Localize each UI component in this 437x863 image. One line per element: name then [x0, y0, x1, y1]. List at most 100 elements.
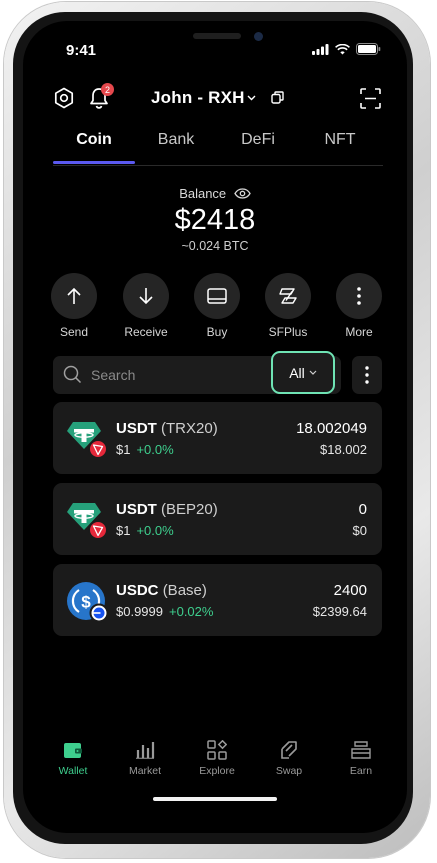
signal-icon [312, 43, 329, 55]
list-options-button[interactable] [352, 356, 382, 394]
asset-symbol: USDT [116, 501, 157, 518]
asset-name: USDC (Base) [116, 582, 207, 599]
asset-price: $1 [116, 523, 131, 538]
asset-price-row: $0.9999 +0.02% [116, 604, 213, 619]
asset-change: +0.02% [169, 604, 214, 619]
more-button[interactable]: More [329, 273, 389, 339]
status-time: 9:41 [66, 42, 97, 59]
explore-icon [207, 740, 227, 760]
wallet-icon [64, 743, 82, 758]
asset-row-usdt-trx20[interactable]: USDT (TRX20) $1 +0.0% 18.002049 $18.002 [53, 402, 382, 474]
card-icon [207, 288, 227, 304]
nav-earn-label: Earn [349, 765, 373, 777]
nav-explore[interactable]: Explore [187, 738, 247, 777]
balance-amount: $2418 [174, 204, 256, 236]
front-camera [254, 32, 263, 41]
arrow-down-icon [139, 288, 153, 305]
asset-network: (BEP20) [161, 501, 218, 518]
active-tab-indicator [53, 161, 135, 164]
asset-price: $1 [116, 442, 131, 457]
send-label: Send [59, 325, 89, 339]
settings-hexagon-icon [54, 87, 74, 109]
asset-fiat-value: $18.002 [320, 442, 367, 457]
search-placeholder: Search [91, 367, 136, 383]
buy-circle [194, 273, 240, 319]
chevron-down-icon [247, 95, 255, 101]
receive-circle [123, 273, 169, 319]
tab-bank[interactable]: Bank [135, 131, 217, 149]
copy-address-button[interactable] [269, 89, 285, 105]
sfplus-button[interactable]: SFPlus [258, 273, 318, 339]
sfplus-label: SFPlus [268, 325, 308, 339]
asset-symbol: USDC [116, 582, 159, 599]
arrow-up-icon [67, 287, 81, 304]
tab-coin[interactable]: Coin [53, 131, 135, 149]
more-vertical-icon [365, 366, 369, 384]
nav-explore-label: Explore [199, 765, 235, 777]
receive-button[interactable]: Receive [116, 273, 176, 339]
asset-name: USDT (TRX20) [116, 420, 218, 437]
eye-icon[interactable] [234, 188, 251, 199]
more-label: More [345, 325, 373, 339]
more-circle [336, 273, 382, 319]
asset-quantity: 18.002049 [296, 420, 367, 437]
usdc-icon: $ [67, 582, 109, 623]
balance-btc: ~0.024 BTC [181, 239, 249, 253]
tron-badge-icon [88, 520, 108, 540]
bottom-nav: Wallet Market Explore Swap Earn [23, 738, 407, 788]
tether-icon [67, 503, 108, 540]
asset-row-usdt-bep20[interactable]: USDT (BEP20) $1 +0.0% 0 $0 [53, 483, 382, 555]
asset-quantity: 0 [358, 501, 367, 518]
asset-quantity: 2400 [333, 582, 367, 599]
settings-button[interactable] [52, 86, 76, 110]
balance-header: Balance [23, 186, 407, 201]
asset-change: +0.0% [136, 442, 174, 457]
asset-price-row: $1 +0.0% [116, 523, 174, 538]
search-icon [63, 365, 82, 384]
scan-button[interactable] [358, 86, 382, 110]
tether-icon [67, 422, 108, 459]
speaker-notch [193, 33, 241, 39]
status-icons [312, 43, 381, 55]
asset-name: USDT (BEP20) [116, 501, 218, 518]
copy-icon [270, 90, 284, 104]
nav-wallet-label: Wallet [58, 765, 88, 777]
more-vertical-icon [357, 287, 361, 305]
tab-nft[interactable]: NFT [299, 131, 381, 149]
tron-badge-icon [88, 439, 108, 459]
asset-fiat-value: $2399.64 [312, 604, 367, 619]
asset-network: (TRX20) [161, 420, 218, 437]
buy-button[interactable]: Buy [187, 273, 247, 339]
chevron-down-icon [309, 370, 317, 375]
send-circle [51, 273, 97, 319]
svg-text:$: $ [81, 593, 91, 612]
asset-price: $0.9999 [116, 604, 163, 619]
swap-icon [281, 741, 297, 759]
filter-dropdown[interactable]: All [271, 351, 335, 394]
app-screen: 9:41 2 John - RXH Coin Bank DeFi NFT Bal… [23, 21, 407, 833]
send-button[interactable]: Send [44, 273, 104, 339]
wallet-name: John - RXH [151, 88, 245, 107]
status-bar: 9:41 [23, 21, 407, 71]
notification-badge: 2 [101, 83, 114, 96]
tab-defi[interactable]: DeFi [217, 131, 299, 149]
wifi-icon [335, 43, 350, 54]
scan-icon [359, 87, 381, 109]
nav-earn[interactable]: Earn [331, 738, 391, 777]
asset-fiat-value: $0 [352, 523, 367, 538]
base-badge-icon [89, 603, 109, 623]
nav-market[interactable]: Market [115, 738, 175, 777]
wallet-selector[interactable]: John - RXH [151, 88, 245, 108]
balance-label: Balance [179, 186, 227, 201]
receive-label: Receive [124, 325, 168, 339]
asset-price-row: $1 +0.0% [116, 442, 174, 457]
nav-swap[interactable]: Swap [259, 738, 319, 777]
wallet-dropdown[interactable] [245, 91, 257, 105]
nav-wallet[interactable]: Wallet [43, 738, 103, 777]
asset-symbol: USDT [116, 420, 157, 437]
asset-network: (Base) [162, 582, 207, 599]
nav-market-label: Market [128, 765, 162, 777]
home-indicator [153, 797, 277, 801]
market-icon [136, 742, 155, 759]
asset-row-usdc-base[interactable]: $ USDC (Base) $0.9999 +0.02% 2400 $2399.6… [53, 564, 382, 636]
